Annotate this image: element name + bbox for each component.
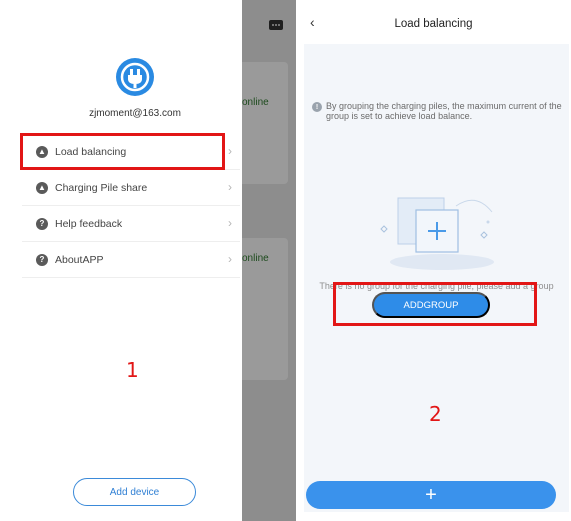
chevron-right-icon: › bbox=[228, 216, 232, 230]
menu-item-help-feedback[interactable]: ? Help feedback › bbox=[22, 206, 240, 242]
step-number: 1 bbox=[126, 358, 139, 382]
add-device-button[interactable]: Add device bbox=[73, 478, 196, 506]
chevron-right-icon: › bbox=[228, 252, 232, 266]
empty-group-illustration bbox=[380, 197, 494, 270]
menu-item-charging-pile-share[interactable]: ▲ Charging Pile share › bbox=[22, 170, 240, 206]
info-icon: ! bbox=[312, 102, 322, 112]
user-email: zjmoment@163.com bbox=[89, 108, 181, 119]
message-icon[interactable] bbox=[268, 19, 284, 33]
online-status: online bbox=[242, 97, 269, 108]
share-icon: ▲ bbox=[36, 181, 48, 194]
right-screen: ‹ Load balancing ! By grouping the charg… bbox=[296, 0, 571, 521]
addgroup-button[interactable]: ADDGROUP bbox=[372, 292, 490, 318]
chevron-right-icon: › bbox=[228, 144, 232, 158]
content-area: ! By grouping the charging piles, the ma… bbox=[304, 44, 569, 512]
menu-item-label: AboutAPP bbox=[55, 253, 104, 266]
nav-bar: ‹ Load balancing bbox=[296, 0, 571, 44]
avatar[interactable] bbox=[116, 58, 154, 96]
menu-item-label: Charging Pile share bbox=[55, 181, 148, 194]
step-number: 2 bbox=[429, 402, 442, 426]
left-screen: zjmoment@163.com ▲ Load balancing › ▲ Ch… bbox=[0, 0, 296, 521]
plus-icon: + bbox=[425, 484, 437, 506]
background-device-card bbox=[242, 62, 288, 184]
help-icon: ? bbox=[36, 217, 48, 230]
menu-item-about-app[interactable]: ? AboutAPP › bbox=[22, 242, 240, 278]
page-title: Load balancing bbox=[394, 18, 473, 30]
online-status: online bbox=[242, 253, 269, 264]
plug-icon bbox=[120, 62, 150, 92]
chevron-right-icon: › bbox=[228, 180, 232, 194]
side-drawer: zjmoment@163.com ▲ Load balancing › ▲ Ch… bbox=[0, 0, 242, 521]
about-icon: ? bbox=[36, 253, 48, 266]
menu-item-label: Help feedback bbox=[55, 217, 123, 230]
highlight-box-load-balancing bbox=[20, 133, 225, 170]
dimmed-background[interactable]: online online bbox=[242, 0, 296, 521]
add-button[interactable]: + bbox=[306, 481, 556, 509]
info-text: By grouping the charging piles, the maxi… bbox=[326, 101, 562, 121]
